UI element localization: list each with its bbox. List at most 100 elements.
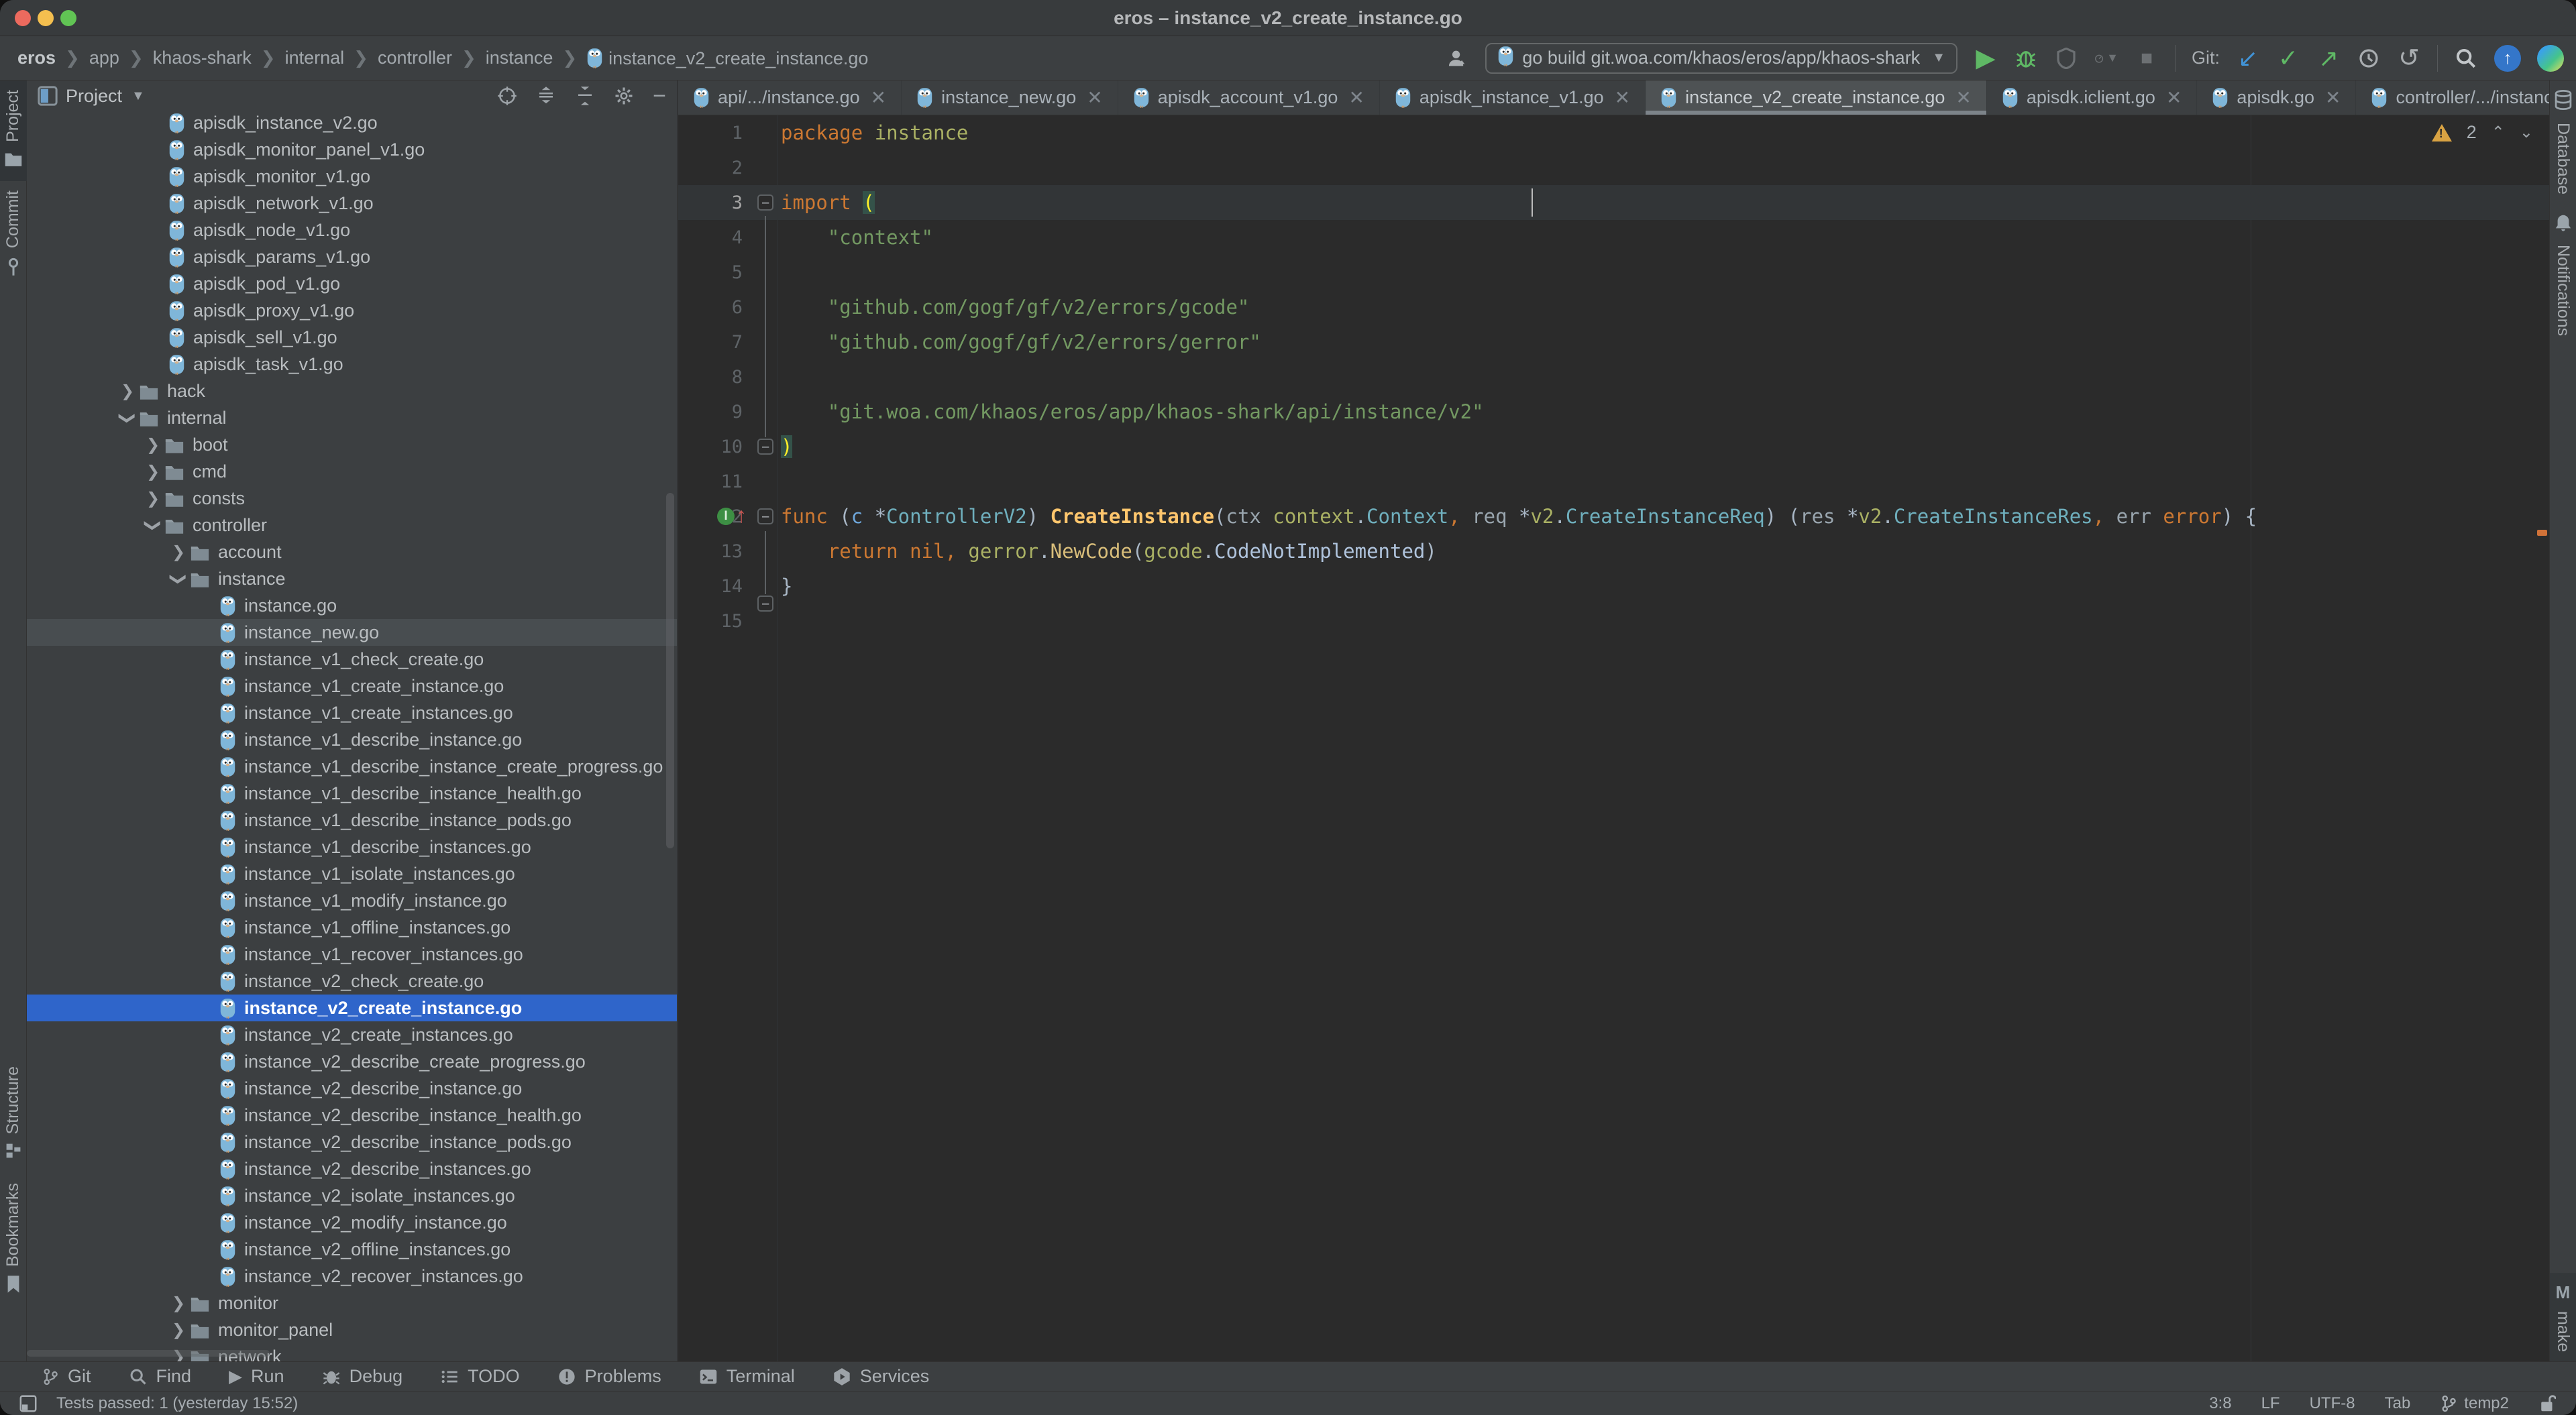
close-icon[interactable]: ✕ bbox=[2166, 87, 2182, 109]
file-encoding[interactable]: UTF-8 bbox=[2310, 1394, 2355, 1413]
code-line-6[interactable]: 6 "github.com/gogf/gf/v2/errors/gcode" bbox=[678, 290, 2549, 325]
tree-item-boot[interactable]: ❯ boot bbox=[27, 431, 678, 458]
stop-button[interactable]: ■ bbox=[2135, 46, 2159, 70]
tree-item-apisdk_sell_v1.go[interactable]: apisdk_sell_v1.go bbox=[27, 324, 678, 351]
git-branch-widget[interactable]: temp2 bbox=[2440, 1394, 2509, 1413]
editor-tab-apisdk.go[interactable]: apisdk.go✕ bbox=[2197, 80, 2356, 115]
hide-panel-icon[interactable]: − bbox=[653, 89, 666, 103]
tree-item-apisdk_network_v1.go[interactable]: apisdk_network_v1.go bbox=[27, 190, 678, 217]
code-line-5[interactable]: 5 bbox=[678, 255, 2549, 290]
tool-window-bar-button-terminal[interactable]: Terminal bbox=[699, 1366, 795, 1387]
line-separator[interactable]: LF bbox=[2261, 1394, 2280, 1413]
breadcrumb-item[interactable]: app bbox=[89, 48, 119, 68]
tool-window-bar-button-git[interactable]: Git bbox=[42, 1366, 91, 1387]
tree-item-instance_v1_create_instances.go[interactable]: instance_v1_create_instances.go bbox=[27, 699, 678, 726]
editor-tab-apisdk.iclient.go[interactable]: apisdk.iclient.go✕ bbox=[1987, 80, 2198, 115]
tool-window-button-structure[interactable]: Structure bbox=[0, 1057, 27, 1174]
code-line-1[interactable]: 1package instance bbox=[678, 115, 2549, 150]
close-icon[interactable]: ✕ bbox=[871, 87, 886, 109]
code-line-7[interactable]: 7 "github.com/gogf/gf/v2/errors/gerror" bbox=[678, 325, 2549, 359]
previous-problem-icon[interactable]: ⌃ bbox=[2491, 123, 2505, 142]
user-account-icon[interactable] bbox=[1445, 46, 1469, 70]
chevron-collapsed-icon[interactable]: ❯ bbox=[142, 489, 164, 508]
tool-window-bar-button-problems[interactable]: Problems bbox=[557, 1366, 661, 1387]
tree-item-instance_v2_offline_instances.go[interactable]: instance_v2_offline_instances.go bbox=[27, 1236, 678, 1263]
tree-item-instance_v2_modify_instance.go[interactable]: instance_v2_modify_instance.go bbox=[27, 1209, 678, 1236]
close-icon[interactable]: ✕ bbox=[1087, 87, 1102, 109]
tree-item-instance_v1_create_instance.go[interactable]: instance_v1_create_instance.go bbox=[27, 673, 678, 699]
tree-item-instance_v2_describe_instance_health.go[interactable]: instance_v2_describe_instance_health.go bbox=[27, 1102, 678, 1129]
fold-marker[interactable]: − bbox=[757, 439, 773, 455]
chevron-collapsed-icon[interactable]: ❯ bbox=[116, 382, 139, 401]
tree-item-instance_v1_describe_instance_pods.go[interactable]: instance_v1_describe_instance_pods.go bbox=[27, 807, 678, 834]
tool-window-button-notifications[interactable]: Notifications bbox=[2550, 204, 2576, 345]
chevron-expanded-icon[interactable]: ❯ bbox=[118, 406, 138, 429]
breadcrumb-item[interactable]: controller bbox=[378, 48, 452, 68]
run-button[interactable]: ▶ bbox=[1974, 46, 1998, 70]
tree-item-internal[interactable]: ❯ internal bbox=[27, 404, 678, 431]
overrides-arrow-icon[interactable]: ↑ bbox=[736, 503, 747, 528]
code-editor[interactable]: 1package instance23import (4 "context"56… bbox=[678, 115, 2549, 1361]
collapse-all-icon[interactable] bbox=[575, 86, 595, 106]
tool-window-bar-button-find[interactable]: Find bbox=[129, 1366, 192, 1387]
breadcrumb-item[interactable]: internal bbox=[285, 48, 345, 68]
editor-tab-instance_v2_create_instance.go[interactable]: instance_v2_create_instance.go✕ bbox=[1646, 80, 1987, 115]
error-stripe-mark[interactable] bbox=[2537, 530, 2547, 536]
tree-item-instance_v2_create_instance.go[interactable]: instance_v2_create_instance.go bbox=[27, 995, 678, 1021]
fold-marker[interactable]: − bbox=[757, 596, 773, 612]
git-push-button[interactable]: ↗ bbox=[2316, 46, 2341, 70]
tree-item-instance_v1_offline_instances.go[interactable]: instance_v1_offline_instances.go bbox=[27, 914, 678, 941]
next-problem-icon[interactable]: ⌄ bbox=[2520, 123, 2533, 142]
close-icon[interactable]: ✕ bbox=[2325, 87, 2341, 109]
chevron-expanded-icon[interactable]: ❯ bbox=[144, 514, 163, 536]
debug-button[interactable] bbox=[2014, 46, 2038, 70]
tree-item-instance.go[interactable]: instance.go bbox=[27, 592, 678, 619]
ai-assistant-icon[interactable] bbox=[2537, 45, 2564, 72]
fold-marker[interactable]: − bbox=[757, 508, 773, 524]
tree-item-apisdk_task_v1.go[interactable]: apisdk_task_v1.go bbox=[27, 351, 678, 378]
update-available-icon[interactable]: ↑ bbox=[2494, 45, 2521, 72]
close-icon[interactable]: ✕ bbox=[1348, 87, 1364, 109]
tool-window-button-commit[interactable]: Commit bbox=[0, 181, 27, 290]
tree-item-apisdk_node_v1.go[interactable]: apisdk_node_v1.go bbox=[27, 217, 678, 243]
titlebar[interactable]: eros – instance_v2_create_instance.go bbox=[0, 0, 2576, 36]
tool-window-bar-button-debug[interactable]: Debug bbox=[322, 1366, 403, 1387]
tool-window-button-make[interactable]: Mmake bbox=[2550, 1273, 2576, 1361]
editor-tab-api/.../instance.go[interactable]: api/.../instance.go✕ bbox=[678, 80, 902, 115]
git-commit-button[interactable]: ✓ bbox=[2276, 46, 2300, 70]
project-vertical-scrollbar[interactable] bbox=[666, 493, 674, 848]
tree-item-apisdk_proxy_v1.go[interactable]: apisdk_proxy_v1.go bbox=[27, 297, 678, 324]
tree-item-controller[interactable]: ❯ controller bbox=[27, 512, 678, 539]
locate-file-icon[interactable] bbox=[497, 86, 517, 106]
tool-window-bar-button-todo[interactable]: TODO bbox=[440, 1366, 520, 1387]
tree-item-instance_v2_describe_instance.go[interactable]: instance_v2_describe_instance.go bbox=[27, 1075, 678, 1102]
tree-item-instance_v2_recover_instances.go[interactable]: instance_v2_recover_instances.go bbox=[27, 1263, 678, 1290]
tree-item-apisdk_monitor_v1.go[interactable]: apisdk_monitor_v1.go bbox=[27, 163, 678, 190]
code-line-10[interactable]: 10) bbox=[678, 429, 2549, 464]
tree-item-instance_v2_describe_instance_pods.go[interactable]: instance_v2_describe_instance_pods.go bbox=[27, 1129, 678, 1155]
code-line-12[interactable]: 12func (c *ControllerV2) CreateInstance(… bbox=[678, 499, 2549, 534]
chevron-collapsed-icon[interactable]: ❯ bbox=[142, 462, 164, 482]
code-line-13[interactable]: 13 return nil, gerror.NewCode(gcode.Code… bbox=[678, 534, 2549, 569]
tree-item-instance[interactable]: ❯ instance bbox=[27, 565, 678, 592]
project-horizontal-scrollbar[interactable] bbox=[27, 1350, 270, 1357]
layout-panels-icon[interactable] bbox=[19, 1394, 38, 1413]
tree-item-instance_v1_recover_instances.go[interactable]: instance_v1_recover_instances.go bbox=[27, 941, 678, 968]
chevron-expanded-icon[interactable]: ❯ bbox=[169, 567, 189, 590]
tree-item-hack[interactable]: ❯ hack bbox=[27, 378, 678, 404]
tree-item-instance_v1_describe_instance.go[interactable]: instance_v1_describe_instance.go bbox=[27, 726, 678, 753]
unlocked-icon[interactable] bbox=[2538, 1394, 2556, 1414]
breadcrumb-item[interactable]: khaos-shark bbox=[153, 48, 252, 68]
tool-window-bar-button-services[interactable]: Services bbox=[833, 1366, 930, 1387]
code-line-11[interactable]: 11 bbox=[678, 464, 2549, 499]
chevron-collapsed-icon[interactable]: ❯ bbox=[142, 435, 164, 455]
code-line-4[interactable]: 4 "context" bbox=[678, 220, 2549, 255]
tree-item-instance_v1_modify_instance.go[interactable]: instance_v1_modify_instance.go bbox=[27, 887, 678, 914]
profiler-button[interactable]: ▼ bbox=[2094, 46, 2118, 70]
tree-item-monitor_panel[interactable]: ❯ monitor_panel bbox=[27, 1316, 678, 1343]
tree-item-instance_v2_isolate_instances.go[interactable]: instance_v2_isolate_instances.go bbox=[27, 1182, 678, 1209]
tree-item-apisdk_instance_v2.go[interactable]: apisdk_instance_v2.go bbox=[27, 109, 678, 136]
status-message[interactable]: Tests passed: 1 (yesterday 15:52) bbox=[56, 1394, 298, 1413]
tree-item-instance_v2_describe_instances.go[interactable]: instance_v2_describe_instances.go bbox=[27, 1155, 678, 1182]
chevron-down-icon[interactable]: ▼ bbox=[131, 89, 145, 104]
